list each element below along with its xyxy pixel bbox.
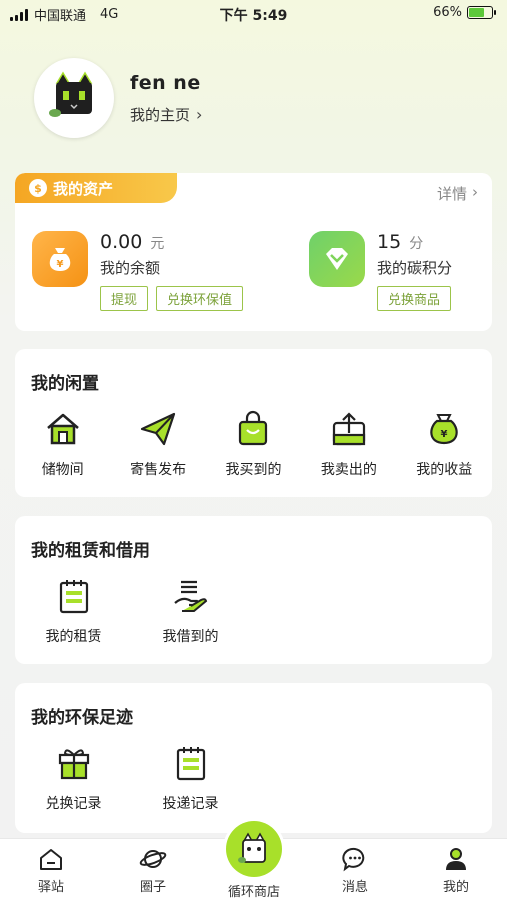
chat-icon — [342, 845, 368, 873]
my-rental-label: 我的租赁 — [45, 629, 102, 645]
bought-label: 我买到的 — [225, 462, 282, 478]
notepad-icon — [171, 743, 211, 783]
hand-coins-icon — [171, 576, 211, 616]
status-right: 66% — [433, 5, 496, 20]
clock: 下午 5:49 — [219, 8, 288, 24]
detail-label: 详情 — [436, 185, 467, 203]
balance-info: 0.00 元 我的余额 提现 兑换环保值 — [100, 231, 244, 311]
assets-tab: $ 我的资产 — [15, 173, 177, 203]
homepage-label: 我的主页 — [130, 105, 191, 124]
status-bar: 中国联通 4G 下午 5:49 66% — [0, 0, 507, 28]
svg-text:¥: ¥ — [441, 429, 448, 440]
carbon-buttons: 兑换商品 — [377, 286, 452, 311]
house-icon — [43, 409, 83, 449]
storage-room-label: 储物间 — [41, 462, 84, 478]
paper-plane-icon — [138, 409, 178, 449]
tab-messages-label: 消息 — [341, 880, 368, 895]
balance-buttons: 提现 兑换环保值 — [100, 286, 244, 311]
rent-grid: 我的租赁 我借到的 — [15, 576, 492, 646]
footprint-grid: 兑换记录 投递记录 — [15, 743, 492, 813]
balance-label: 我的余额 — [100, 259, 161, 277]
assets-card: $ 我的资产 详情 › ¥ 0.00 元 我的余额 提现 兑换环保值 15 分 … — [15, 173, 492, 331]
homepage-link[interactable]: 我的主页 › — [130, 104, 202, 125]
planet-icon — [139, 845, 167, 873]
tab-station[interactable]: 驿站 — [11, 845, 91, 895]
profile-header: fen ne 我的主页 › — [34, 58, 202, 138]
exchange-record-label: 兑换记录 — [45, 796, 102, 812]
bought-item[interactable]: 我买到的 — [206, 409, 301, 479]
tab-recycle-store[interactable]: 循环商店 — [213, 821, 295, 900]
exchange-record-item[interactable]: 兑换记录 — [15, 743, 132, 813]
gift-icon — [54, 743, 94, 783]
footprint-title: 我的环保足迹 — [31, 708, 133, 728]
balance-value-row: 0.00 元 — [100, 231, 243, 253]
chevron-right-icon: › — [472, 183, 478, 201]
delivery-record-label: 投递记录 — [162, 796, 219, 812]
carbon-block[interactable]: 15 分 我的碳积分 兑换商品 — [309, 231, 452, 311]
battery-icon — [467, 6, 496, 19]
diamond-icon — [309, 231, 365, 287]
svg-text:¥: ¥ — [57, 259, 64, 270]
tab-station-label: 驿站 — [37, 880, 64, 895]
carbon-value: 15 — [377, 231, 402, 253]
outbox-icon — [329, 409, 369, 449]
carbon-info: 15 分 我的碳积分 兑换商品 — [377, 231, 452, 311]
balance-block[interactable]: ¥ 0.00 元 我的余额 提现 兑换环保值 — [32, 231, 244, 311]
borrowed-label: 我借到的 — [162, 629, 219, 645]
money-bag-icon: ¥ — [424, 409, 464, 449]
storage-room-item[interactable]: 储物间 — [15, 409, 110, 479]
user-name: fen ne — [130, 71, 201, 94]
coin-icon: $ — [29, 179, 47, 197]
assets-detail-link[interactable]: 详情 › — [437, 183, 478, 204]
carbon-label: 我的碳积分 — [377, 259, 453, 277]
money-bag-icon: ¥ — [32, 231, 88, 287]
tab-circle-label: 圈子 — [139, 880, 166, 895]
balance-value: 0.00 — [100, 231, 143, 253]
delivery-record-item[interactable]: 投递记录 — [132, 743, 249, 813]
withdraw-button[interactable]: 提现 — [100, 286, 149, 311]
assets-title: 我的资产 — [53, 179, 114, 198]
exchange-goods-button[interactable]: 兑换商品 — [377, 286, 452, 311]
consign-publish-label: 寄售发布 — [130, 462, 187, 478]
battery-percent: 66% — [433, 5, 462, 20]
idle-title: 我的闲置 — [31, 374, 99, 394]
borrowed-item[interactable]: 我借到的 — [132, 576, 249, 646]
cat-store-icon — [226, 821, 282, 877]
sold-label: 我卖出的 — [320, 462, 377, 478]
tab-bar: 驿站 圈子 循环商店 消息 我的 — [0, 821, 507, 900]
tab-recycle-store-label: 循环商店 — [227, 885, 280, 900]
chevron-right-icon: › — [196, 104, 203, 124]
tab-mine[interactable]: 我的 — [416, 845, 496, 895]
earnings-item[interactable]: ¥ 我的收益 — [397, 409, 492, 479]
sold-item[interactable]: 我卖出的 — [301, 409, 396, 479]
carbon-unit: 分 — [409, 236, 424, 252]
tab-messages[interactable]: 消息 — [315, 845, 395, 895]
black-cat-avatar-icon — [49, 71, 93, 117]
consign-publish-item[interactable]: 寄售发布 — [110, 409, 205, 479]
tab-mine-label: 我的 — [442, 880, 469, 895]
my-rental-item[interactable]: 我的租赁 — [15, 576, 132, 646]
carbon-value-row: 15 分 — [377, 231, 452, 253]
notepad-icon — [54, 576, 94, 616]
idle-grid: 储物间 寄售发布 我买到的 我卖出的 ¥ 我的收益 — [15, 409, 492, 479]
footprint-card: 我的环保足迹 兑换记录 投递记录 — [15, 683, 492, 833]
idle-card: 我的闲置 储物间 寄售发布 我买到的 我卖出的 ¥ 我的收益 — [15, 349, 492, 497]
avatar[interactable] — [34, 58, 114, 138]
rent-card: 我的租赁和借用 我的租赁 我借到的 — [15, 516, 492, 664]
profile-text: fen ne 我的主页 › — [130, 72, 202, 125]
rent-title: 我的租赁和借用 — [31, 541, 150, 561]
home-icon — [38, 845, 64, 873]
balance-unit: 元 — [150, 236, 165, 252]
person-icon — [443, 845, 469, 873]
exchange-eco-value-button[interactable]: 兑换环保值 — [156, 286, 244, 311]
earnings-label: 我的收益 — [416, 462, 473, 478]
tab-circle[interactable]: 圈子 — [113, 845, 193, 895]
shopping-bag-icon — [233, 409, 273, 449]
